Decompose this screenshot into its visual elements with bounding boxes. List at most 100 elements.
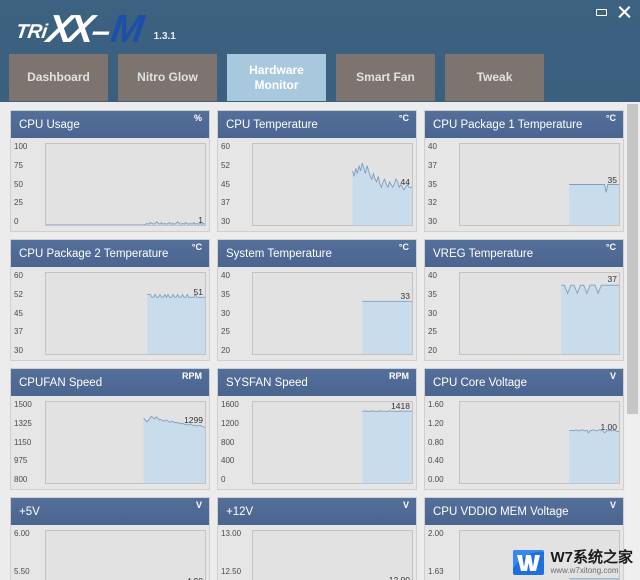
sensor-panel: VREG Temperature °C 40 35 30 25 20 37 bbox=[424, 239, 624, 361]
sensor-panel: System Temperature °C 40 35 30 25 20 33 bbox=[217, 239, 417, 361]
app-version-label: 1.3.1 bbox=[153, 31, 176, 42]
panel-title: CPU Temperature bbox=[226, 118, 318, 131]
panel-header: CPU Package 1 Temperature °C bbox=[425, 111, 623, 138]
y-axis-tick: 32 bbox=[428, 198, 437, 208]
y-axis-tick: 975 bbox=[14, 456, 28, 466]
tab-label: Dashboard bbox=[27, 70, 90, 84]
panel-unit-label: RPM bbox=[389, 371, 409, 381]
sensor-panel: CPU Usage% 100 75 50 25 0 1 bbox=[10, 110, 210, 232]
current-reading: 1418 bbox=[391, 401, 410, 411]
y-axis-tick: 30 bbox=[14, 346, 23, 355]
sensor-graph bbox=[459, 530, 620, 580]
panel-header: CPU VDDIO MEM Voltage V bbox=[425, 498, 623, 525]
tab-tweak[interactable]: Tweak bbox=[445, 54, 544, 101]
y-axis-tick: 30 bbox=[221, 217, 230, 226]
tab-label: Hardware Monitor bbox=[249, 62, 304, 92]
panel-body: 6.005.505.004.98 bbox=[11, 525, 209, 580]
panel-body: 60 52 45 37 30 44 bbox=[218, 138, 416, 231]
sensor-graph: 1418 bbox=[252, 401, 413, 484]
panel-header: CPU Package 2 Temperature °C bbox=[11, 240, 209, 267]
sensor-graph: 35 bbox=[459, 143, 620, 226]
app-logo: TRi XX – M 1.3.1 bbox=[14, 8, 176, 51]
close-button[interactable] bbox=[618, 6, 631, 19]
y-axis-tick: 45 bbox=[14, 308, 23, 318]
y-axis: 13.0012.5012.00 bbox=[218, 525, 252, 580]
y-axis-tick: 60 bbox=[221, 142, 230, 151]
y-axis-tick: 60 bbox=[14, 271, 23, 280]
y-axis-tick: 800 bbox=[14, 475, 28, 484]
sensor-panel: CPU Package 2 Temperature °C 60 52 45 37 30 51 bbox=[10, 239, 210, 361]
minimize-icon bbox=[596, 9, 607, 16]
y-axis-tick: 0.80 bbox=[428, 437, 444, 447]
y-axis-tick: 1.20 bbox=[428, 418, 444, 428]
panel-header: VREG Temperature °C bbox=[425, 240, 623, 267]
sensor-panel: CPU VDDIO MEM VoltageV2.001.631.25 bbox=[424, 497, 624, 580]
y-axis-tick: 1.60 bbox=[428, 400, 444, 409]
panel-unit-label: V bbox=[195, 500, 202, 510]
y-axis-tick: 50 bbox=[14, 179, 23, 189]
panel-header: System Temperature °C bbox=[218, 240, 416, 267]
y-axis-tick: 1325 bbox=[14, 418, 32, 428]
y-axis: 60 52 45 37 30 bbox=[218, 138, 252, 231]
panel-unit-label: V bbox=[402, 500, 409, 510]
panel-header: CPU Temperature °C bbox=[218, 111, 416, 138]
sensor-graph: 44 bbox=[252, 143, 413, 226]
y-axis: 40 35 30 25 20 bbox=[425, 267, 459, 360]
y-axis: 1.60 1.20 0.80 0.40 0.00 bbox=[425, 396, 459, 489]
y-axis-tick: 0.40 bbox=[428, 456, 444, 466]
sensor-graph: 12.00 bbox=[252, 530, 413, 580]
panel-body: 1600 1200 800 400 0 1418 bbox=[218, 396, 416, 489]
y-axis-tick: 13.00 bbox=[221, 529, 242, 538]
panel-unit-label: RPM bbox=[182, 371, 202, 381]
panel-title: CPU VDDIO MEM Voltage bbox=[433, 505, 569, 518]
current-reading: 1299 bbox=[184, 414, 203, 425]
y-axis-tick: 75 bbox=[14, 160, 23, 170]
panel-title: CPU Package 1 Temperature bbox=[433, 118, 583, 131]
panel-title: CPU Package 2 Temperature bbox=[19, 247, 169, 260]
current-reading: 33 bbox=[400, 291, 410, 302]
y-axis-tick: 0 bbox=[14, 217, 19, 226]
tab-label: Tweak bbox=[476, 70, 513, 84]
y-axis-tick: 100 bbox=[14, 142, 28, 151]
close-icon bbox=[618, 6, 631, 19]
logo-text-xx: XX bbox=[43, 8, 92, 51]
y-axis-tick: 37 bbox=[428, 160, 437, 170]
panel-title: VREG Temperature bbox=[433, 247, 534, 260]
y-axis-tick: 400 bbox=[221, 456, 235, 466]
y-axis: 100 75 50 25 0 bbox=[11, 138, 45, 231]
y-axis-tick: 0 bbox=[221, 475, 226, 484]
scrollbar-thumb[interactable] bbox=[627, 104, 638, 414]
panel-body: 1.60 1.20 0.80 0.40 0.00 1.00 bbox=[425, 396, 623, 489]
panel-unit-label: V bbox=[609, 371, 616, 381]
panel-unit-label: °C bbox=[605, 113, 616, 123]
current-reading: 35 bbox=[607, 174, 617, 185]
sensor-graph: 1299 bbox=[45, 401, 206, 484]
sensor-graph: 1.00 bbox=[459, 401, 620, 484]
y-axis-tick: 5.50 bbox=[14, 566, 30, 576]
panel-unit-label: °C bbox=[191, 242, 202, 252]
y-axis-tick: 1500 bbox=[14, 400, 32, 409]
minimize-button[interactable] bbox=[596, 9, 607, 16]
panel-header: +5V V bbox=[11, 498, 209, 525]
current-reading: 1 bbox=[198, 215, 203, 226]
y-axis: 40 35 30 25 20 bbox=[218, 267, 252, 360]
window-controls bbox=[596, 6, 631, 19]
y-axis-tick: 35 bbox=[428, 289, 437, 299]
tab-hardware-monitor[interactable]: Hardware Monitor bbox=[227, 54, 326, 101]
tab-dashboard[interactable]: Dashboard bbox=[9, 54, 108, 101]
y-axis-tick: 25 bbox=[428, 327, 437, 337]
panel-body: 2.001.631.25 bbox=[425, 525, 623, 580]
y-axis: 6.005.505.00 bbox=[11, 525, 45, 580]
panel-header: SYSFAN Speed RPM bbox=[218, 369, 416, 396]
panel-title: +12V bbox=[226, 505, 254, 518]
vertical-scrollbar[interactable] bbox=[625, 102, 640, 580]
y-axis-tick: 40 bbox=[428, 142, 437, 151]
tab-smart-fan[interactable]: Smart Fan bbox=[336, 54, 435, 101]
y-axis-tick: 1.63 bbox=[428, 566, 444, 576]
y-axis-tick: 20 bbox=[428, 346, 437, 355]
tab-nitro-glow[interactable]: Nitro Glow bbox=[118, 54, 217, 101]
panel-title: CPU Usage bbox=[19, 118, 80, 131]
y-axis-tick: 1150 bbox=[14, 437, 32, 447]
panel-body: 13.0012.5012.0012.00 bbox=[218, 525, 416, 580]
title-bar: TRi XX – M 1.3.1 Dashboard Nitro Glow Hard… bbox=[0, 0, 640, 102]
